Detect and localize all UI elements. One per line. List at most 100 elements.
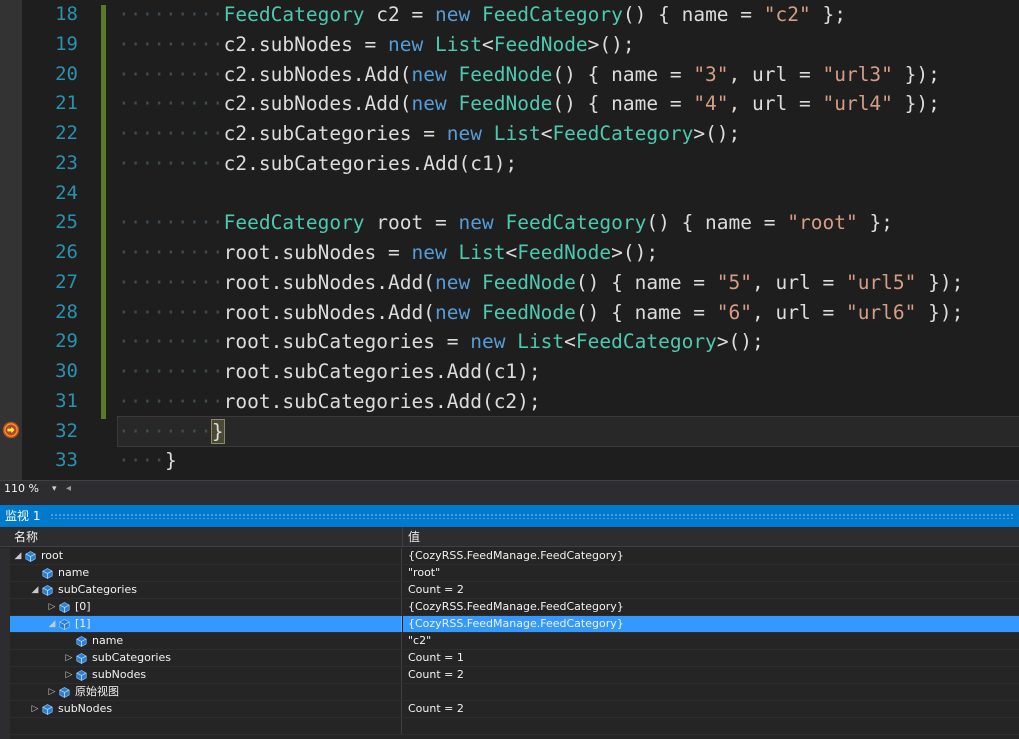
watch-name-cell[interactable]: ▷ 原始视图 bbox=[10, 684, 402, 700]
watch-row[interactable]: ▷ subNodes Count = 2 bbox=[0, 667, 1019, 684]
watch-row[interactable] bbox=[0, 718, 1019, 735]
scroll-left-icon[interactable]: ◂ bbox=[66, 481, 71, 497]
watch-name-cell[interactable]: name bbox=[10, 565, 402, 581]
current-code-line[interactable]: ········} bbox=[117, 415, 1019, 448]
collapsed-triangle-icon[interactable]: ▷ bbox=[46, 599, 58, 615]
watch-value-cell[interactable]: Count = 2 bbox=[403, 582, 1019, 598]
watch-name-cell[interactable]: ◢ [1] bbox=[10, 616, 402, 632]
code-line[interactable]: ·········FeedCategory root = new FeedCat… bbox=[118, 208, 1019, 238]
collapsed-triangle-icon[interactable]: ▷ bbox=[63, 650, 75, 666]
code-token: < bbox=[540, 122, 553, 145]
code-line[interactable]: ·········root.subCategories.Add(c2); bbox=[118, 387, 1019, 417]
watch-window-titlebar[interactable]: 监视 1 bbox=[0, 505, 1019, 527]
code-line[interactable]: ····} bbox=[118, 446, 1019, 476]
expanded-triangle-icon[interactable]: ◢ bbox=[29, 582, 41, 598]
code-line[interactable]: ·········c2.subCategories = new List<Fee… bbox=[118, 119, 1019, 149]
watch-row[interactable]: ▷ subNodes Count = 2 bbox=[0, 701, 1019, 718]
zoom-dropdown-icon[interactable]: ▾ bbox=[52, 481, 57, 497]
watch-row[interactable]: ▷ [0] {CozyRSS.FeedManage.FeedCategory} bbox=[0, 599, 1019, 616]
type-token: FeedNode bbox=[481, 300, 576, 324]
type-token: FeedCategory bbox=[482, 3, 623, 26]
whitespace-marker: ········· bbox=[118, 211, 224, 235]
panel-splitter[interactable] bbox=[0, 497, 1019, 505]
watch-value-cell[interactable]: "root" bbox=[403, 565, 1019, 581]
line-number: 18 bbox=[55, 3, 78, 25]
code-line[interactable]: ·········root.subCategories = new List<F… bbox=[118, 327, 1019, 357]
watch-value-cell[interactable]: Count = 2 bbox=[403, 701, 1019, 717]
expanded-triangle-icon[interactable]: ◢ bbox=[12, 548, 24, 564]
watch-row[interactable]: ▷ 原始视图 bbox=[0, 684, 1019, 701]
line-number: 19 bbox=[55, 32, 78, 55]
code-token: }; bbox=[810, 3, 846, 26]
code-line[interactable]: ·········c2.subNodes.Add(new FeedNode() … bbox=[118, 89, 1019, 119]
code-token: }); bbox=[916, 300, 964, 324]
collapsed-triangle-icon[interactable]: ▷ bbox=[29, 701, 41, 717]
code-token: root.subNodes.Add( bbox=[223, 270, 435, 294]
code-line[interactable]: ·········c2.subNodes = new List<FeedNode… bbox=[118, 30, 1019, 60]
line-number: 20 bbox=[55, 62, 78, 85]
watch-value-cell[interactable]: {CozyRSS.FeedManage.FeedCategory} bbox=[403, 599, 1019, 615]
field-cube-icon bbox=[42, 585, 53, 596]
column-splitter[interactable] bbox=[402, 527, 403, 547]
watch-name-cell[interactable]: ◢ root bbox=[10, 548, 402, 564]
code-token: c2 = bbox=[364, 3, 436, 26]
titlebar-grip[interactable] bbox=[50, 513, 1015, 519]
code-token: c2.subNodes.Add( bbox=[223, 62, 412, 86]
column-header-name[interactable]: 名称 bbox=[14, 527, 38, 547]
collapsed-triangle-icon[interactable]: ▷ bbox=[63, 667, 75, 683]
code-token: c2.subCategories.Add(c1); bbox=[223, 151, 518, 175]
expanded-triangle-icon[interactable]: ◢ bbox=[46, 616, 58, 632]
watch-name-cell[interactable] bbox=[10, 718, 402, 734]
watch-name-cell[interactable]: ▷ subCategories bbox=[10, 650, 402, 666]
code-token: }); bbox=[892, 62, 940, 86]
watch-value-cell[interactable]: {CozyRSS.FeedManage.FeedCategory} bbox=[403, 616, 1019, 632]
watch-value-cell[interactable]: Count = 2 bbox=[403, 667, 1019, 683]
watch-row-selected[interactable]: ◢ [1] {CozyRSS.FeedManage.FeedCategory} bbox=[0, 616, 1019, 633]
collapsed-triangle-icon[interactable]: ▷ bbox=[46, 684, 58, 700]
indicator-margin[interactable] bbox=[0, 0, 22, 480]
watch-value-cell[interactable] bbox=[403, 684, 1019, 700]
change-tracking-bar bbox=[101, 5, 106, 419]
code-token: () { name = bbox=[575, 270, 717, 294]
type-token: List bbox=[493, 122, 541, 145]
watch-value-cell[interactable]: "c2" bbox=[403, 633, 1019, 649]
line-number: 30 bbox=[55, 360, 78, 382]
whitespace-marker: ········· bbox=[118, 122, 224, 145]
watch-value-cell[interactable]: {CozyRSS.FeedManage.FeedCategory} bbox=[403, 548, 1019, 564]
zoom-level[interactable]: 110 % bbox=[4, 481, 39, 497]
watch-name-cell[interactable]: ▷ subNodes bbox=[10, 701, 402, 717]
code-line[interactable] bbox=[118, 179, 1019, 209]
watch-name-cell[interactable]: ◢ subCategories bbox=[10, 582, 402, 598]
watch-name-cell[interactable]: ▷ [0] bbox=[10, 599, 402, 615]
code-line[interactable]: ·········root.subNodes.Add(new FeedNode(… bbox=[118, 298, 1019, 328]
code-line[interactable]: ·········root.subNodes = new List<FeedNo… bbox=[118, 238, 1019, 268]
watch-row[interactable]: ▷ subCategories Count = 1 bbox=[0, 650, 1019, 667]
watch-name-cell[interactable]: name bbox=[10, 633, 402, 649]
code-line[interactable]: ·········FeedCategory c2 = new FeedCateg… bbox=[118, 0, 1019, 30]
watch-row[interactable]: name "c2" bbox=[0, 633, 1019, 650]
field-cube-icon bbox=[59, 687, 70, 698]
line-number: 27 bbox=[55, 270, 78, 293]
code-line[interactable]: ·········root.subCategories.Add(c1); bbox=[118, 357, 1019, 387]
code-line[interactable]: ·········c2.subNodes.Add(new FeedNode() … bbox=[118, 60, 1019, 90]
code-lines[interactable]: ·········FeedCategory c2 = new FeedCateg… bbox=[117, 0, 1019, 476]
type-token: FeedNode bbox=[493, 32, 588, 56]
watch-value-cell[interactable] bbox=[403, 718, 1019, 734]
code-line[interactable]: ·········root.subNodes.Add(new FeedNode(… bbox=[118, 268, 1019, 298]
code-line[interactable]: ·········c2.subCategories.Add(c1); bbox=[118, 149, 1019, 179]
watch-name-cell[interactable]: ▷ subNodes bbox=[10, 667, 402, 683]
whitespace-marker: ········· bbox=[118, 241, 224, 264]
watch-row[interactable]: name "root" bbox=[0, 565, 1019, 582]
watch-value-cell[interactable]: Count = 1 bbox=[403, 650, 1019, 666]
column-header-value[interactable]: 值 bbox=[408, 527, 420, 547]
type-token: FeedNode bbox=[517, 241, 612, 264]
watch-row[interactable]: ◢ subCategories Count = 2 bbox=[0, 582, 1019, 599]
whitespace-marker: ········· bbox=[118, 62, 224, 86]
code-editor[interactable]: 18 19 20 21 22 23 24 25 26 27 28 29 30 31 32 33 ·······… bbox=[0, 0, 1019, 480]
current-statement-arrow-icon bbox=[2, 421, 20, 439]
keyword-token: new bbox=[435, 300, 471, 324]
keyword-token: new bbox=[446, 122, 482, 145]
watch-row[interactable]: ◢ root {CozyRSS.FeedManage.FeedCategory} bbox=[0, 548, 1019, 565]
